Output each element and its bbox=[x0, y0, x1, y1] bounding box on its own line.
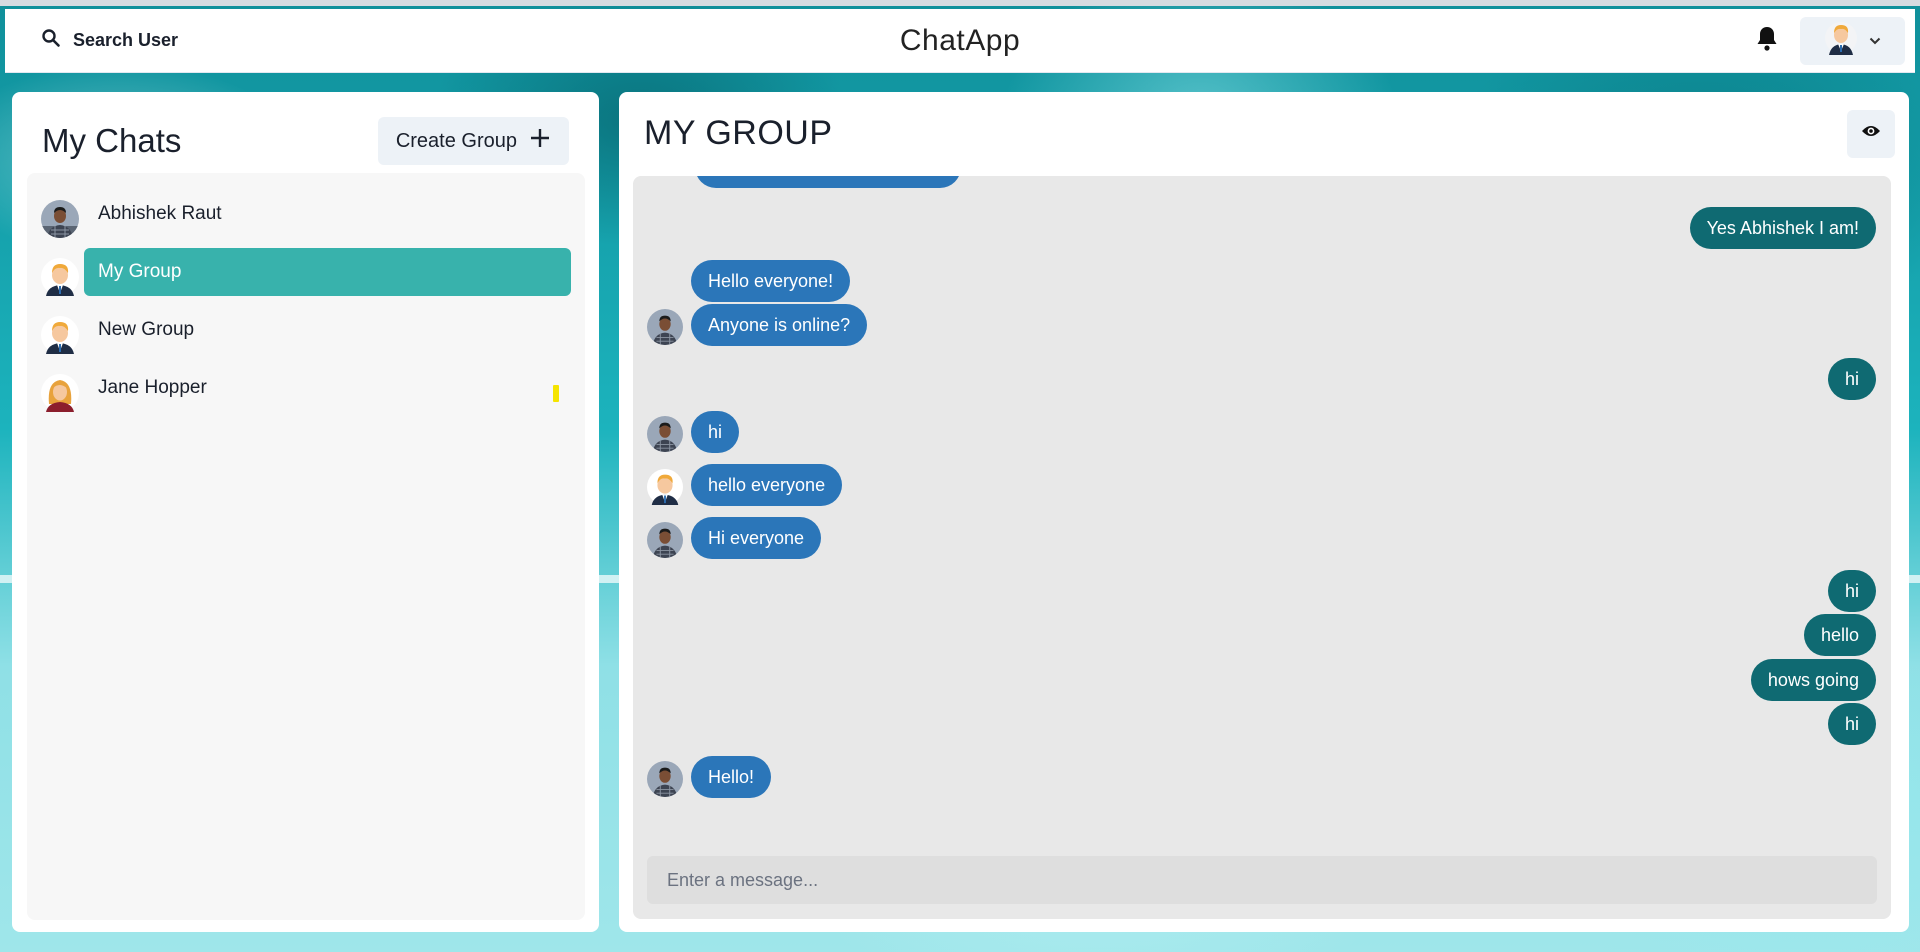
photo-avatar bbox=[647, 522, 683, 563]
outgoing-message: hi bbox=[1827, 570, 1876, 612]
chat-item-jane-hopper[interactable]: Jane Hopper bbox=[27, 364, 585, 420]
chat-item-label: New Group bbox=[98, 319, 195, 340]
cartoon-woman-avatar bbox=[41, 374, 79, 417]
message-row: Anyone is online? bbox=[633, 304, 1891, 348]
incoming-message: Anyone is online? bbox=[691, 304, 868, 346]
chat-item-new-group[interactable]: New Group bbox=[27, 306, 585, 362]
photo-avatar bbox=[647, 761, 683, 802]
my-chats-panel: My Chats Create Group Abhishek Raut My G… bbox=[12, 92, 599, 932]
search-icon bbox=[41, 28, 61, 53]
chat-item-label: My Group bbox=[84, 248, 571, 296]
chat-list: Abhishek Raut My Group New Group Jane Ho… bbox=[27, 173, 585, 920]
chat-item-my-group[interactable]: My Group bbox=[27, 248, 585, 304]
incoming-message: hello everyone bbox=[691, 464, 843, 506]
search-user-label: Search User bbox=[73, 30, 179, 50]
message-row: hows going bbox=[633, 659, 1891, 703]
outgoing-message: hi bbox=[1827, 358, 1876, 400]
message-row: hi bbox=[633, 570, 1891, 614]
chat-item-abhishek-raut[interactable]: Abhishek Raut bbox=[27, 190, 585, 246]
message-row: hi bbox=[633, 703, 1891, 747]
user-avatar bbox=[1824, 21, 1857, 60]
plus-icon bbox=[529, 127, 551, 155]
chevron-down-icon bbox=[1869, 32, 1881, 50]
create-group-button[interactable]: Create Group bbox=[377, 117, 569, 165]
messages-area[interactable]: Yes Abhishek I am! Hello everyone! Anyon… bbox=[633, 176, 1891, 919]
cartoon-man-avatar bbox=[647, 469, 683, 510]
message-row: Hello everyone! bbox=[633, 260, 1891, 304]
incoming-message: Hi everyone bbox=[691, 517, 822, 559]
message-row: hello everyone bbox=[633, 464, 1891, 508]
message-row: Hello! bbox=[633, 756, 1891, 800]
chat-item-label: Abhishek Raut bbox=[98, 203, 222, 224]
eye-icon bbox=[1861, 124, 1881, 143]
incoming-message: Hello everyone! bbox=[691, 260, 851, 302]
message-row: hi bbox=[633, 358, 1891, 402]
outgoing-message: hi bbox=[1827, 703, 1876, 745]
chat-item-label: Jane Hopper bbox=[98, 377, 207, 398]
cartoon-man-avatar bbox=[41, 316, 79, 359]
photo-avatar bbox=[647, 309, 683, 350]
bell-icon bbox=[1755, 25, 1779, 56]
view-group-details-button[interactable] bbox=[1847, 109, 1895, 158]
photo-avatar bbox=[41, 200, 79, 243]
message-bubble-partial bbox=[695, 176, 961, 188]
create-group-label: Create Group bbox=[395, 129, 517, 152]
outgoing-message: hello bbox=[1803, 614, 1876, 656]
outgoing-message: hows going bbox=[1750, 659, 1876, 701]
message-row: hello bbox=[633, 614, 1891, 658]
profile-menu-button[interactable] bbox=[1800, 16, 1905, 65]
notification-bell-button[interactable] bbox=[1752, 26, 1782, 56]
chat-title: MY GROUP bbox=[644, 114, 833, 152]
chat-panel: MY GROUP Yes Abhishek I am! Hello everyo… bbox=[619, 92, 1909, 932]
top-navbar: Search User ChatApp bbox=[5, 9, 1915, 73]
incoming-message: Hello! bbox=[691, 756, 772, 798]
message-row: Yes Abhishek I am! bbox=[633, 207, 1891, 251]
search-user-button[interactable]: Search User bbox=[35, 20, 184, 61]
message-row: Hi everyone bbox=[633, 517, 1891, 561]
unread-marker bbox=[553, 385, 559, 402]
message-row: hi bbox=[633, 411, 1891, 455]
message-input[interactable] bbox=[647, 856, 1877, 904]
photo-avatar bbox=[647, 416, 683, 457]
window-top-strip bbox=[0, 0, 1920, 6]
my-chats-title: My Chats bbox=[42, 122, 182, 159]
cartoon-man-avatar bbox=[41, 258, 79, 301]
incoming-message: hi bbox=[691, 411, 740, 453]
outgoing-message: Yes Abhishek I am! bbox=[1689, 207, 1876, 249]
app-title: ChatApp bbox=[899, 23, 1021, 57]
